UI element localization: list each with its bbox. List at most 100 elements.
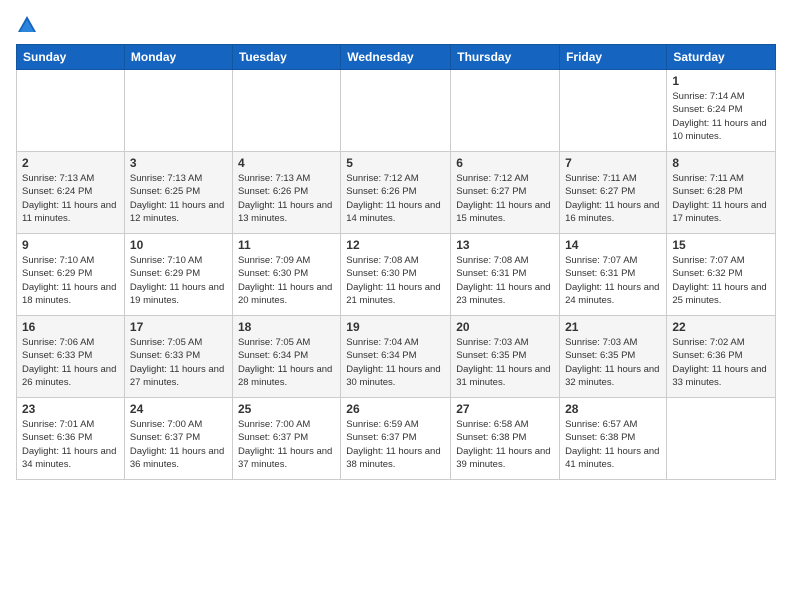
day-number: 3 (130, 156, 227, 170)
calendar-week-row: 23 Sunrise: 7:01 AM Sunset: 6:36 PM Dayli… (17, 398, 776, 480)
calendar-cell: 10 Sunrise: 7:10 AM Sunset: 6:29 PM Dayli… (124, 234, 232, 316)
calendar-cell: 28 Sunrise: 6:57 AM Sunset: 6:38 PM Dayli… (560, 398, 667, 480)
day-number: 27 (456, 402, 554, 416)
calendar-week-row: 16 Sunrise: 7:06 AM Sunset: 6:33 PM Dayli… (17, 316, 776, 398)
calendar-cell: 26 Sunrise: 6:59 AM Sunset: 6:37 PM Dayli… (341, 398, 451, 480)
calendar-day-header: Saturday (667, 45, 776, 70)
calendar-cell: 9 Sunrise: 7:10 AM Sunset: 6:29 PM Daylig… (17, 234, 125, 316)
day-number: 9 (22, 238, 119, 252)
day-info: Sunrise: 7:07 AM Sunset: 6:31 PM Dayligh… (565, 254, 661, 307)
calendar-cell: 4Sunrise: 7:13 AM Sunset: 6:26 PM Daylig… (232, 152, 340, 234)
day-number: 7 (565, 156, 661, 170)
day-info: Sunrise: 7:05 AM Sunset: 6:34 PM Dayligh… (238, 336, 335, 389)
calendar-cell (341, 70, 451, 152)
day-info: Sunrise: 7:12 AM Sunset: 6:27 PM Dayligh… (456, 172, 554, 225)
page: SundayMondayTuesdayWednesdayThursdayFrid… (0, 0, 792, 612)
day-number: 5 (346, 156, 445, 170)
calendar-cell: 19 Sunrise: 7:04 AM Sunset: 6:34 PM Dayli… (341, 316, 451, 398)
calendar-cell: 14 Sunrise: 7:07 AM Sunset: 6:31 PM Dayli… (560, 234, 667, 316)
calendar-day-header: Thursday (451, 45, 560, 70)
calendar-cell: 3 Sunrise: 7:13 AM Sunset: 6:25 PM Daylig… (124, 152, 232, 234)
day-info: Sunrise: 7:07 AM Sunset: 6:32 PM Dayligh… (672, 254, 770, 307)
calendar-day-header: Monday (124, 45, 232, 70)
calendar-cell (232, 70, 340, 152)
day-info: Sunrise: 7:00 AM Sunset: 6:37 PM Dayligh… (130, 418, 227, 471)
day-info: Sunrise: 7:10 AM Sunset: 6:29 PM Dayligh… (22, 254, 119, 307)
day-info: Sunrise: 6:58 AM Sunset: 6:38 PM Dayligh… (456, 418, 554, 471)
logo-icon (16, 14, 38, 36)
day-number: 22 (672, 320, 770, 334)
calendar-cell: 20 Sunrise: 7:03 AM Sunset: 6:35 PM Dayli… (451, 316, 560, 398)
calendar-week-row: 2Sunrise: 7:13 AM Sunset: 6:24 PM Daylig… (17, 152, 776, 234)
calendar-cell: 22 Sunrise: 7:02 AM Sunset: 6:36 PM Dayli… (667, 316, 776, 398)
day-info: Sunrise: 7:04 AM Sunset: 6:34 PM Dayligh… (346, 336, 445, 389)
day-number: 16 (22, 320, 119, 334)
calendar-cell: 5 Sunrise: 7:12 AM Sunset: 6:26 PM Daylig… (341, 152, 451, 234)
day-number: 28 (565, 402, 661, 416)
day-info: Sunrise: 7:14 AM Sunset: 6:24 PM Dayligh… (672, 90, 770, 143)
calendar-cell: 17 Sunrise: 7:05 AM Sunset: 6:33 PM Dayli… (124, 316, 232, 398)
day-number: 10 (130, 238, 227, 252)
calendar-day-header: Tuesday (232, 45, 340, 70)
calendar-cell (667, 398, 776, 480)
calendar-cell: 24 Sunrise: 7:00 AM Sunset: 6:37 PM Dayli… (124, 398, 232, 480)
day-number: 25 (238, 402, 335, 416)
day-info: Sunrise: 7:05 AM Sunset: 6:33 PM Dayligh… (130, 336, 227, 389)
calendar-cell: 15 Sunrise: 7:07 AM Sunset: 6:32 PM Dayli… (667, 234, 776, 316)
calendar-cell (124, 70, 232, 152)
day-number: 13 (456, 238, 554, 252)
day-info: Sunrise: 7:03 AM Sunset: 6:35 PM Dayligh… (565, 336, 661, 389)
day-number: 19 (346, 320, 445, 334)
day-number: 6 (456, 156, 554, 170)
day-info: Sunrise: 7:02 AM Sunset: 6:36 PM Dayligh… (672, 336, 770, 389)
day-info: Sunrise: 7:10 AM Sunset: 6:29 PM Dayligh… (130, 254, 227, 307)
day-number: 11 (238, 238, 335, 252)
calendar-cell: 8 Sunrise: 7:11 AM Sunset: 6:28 PM Daylig… (667, 152, 776, 234)
calendar-week-row: 9 Sunrise: 7:10 AM Sunset: 6:29 PM Daylig… (17, 234, 776, 316)
day-number: 15 (672, 238, 770, 252)
day-number: 26 (346, 402, 445, 416)
day-info: Sunrise: 7:06 AM Sunset: 6:33 PM Dayligh… (22, 336, 119, 389)
header (16, 12, 776, 36)
day-number: 12 (346, 238, 445, 252)
calendar-cell (17, 70, 125, 152)
day-info: Sunrise: 7:13 AM Sunset: 6:26 PM Dayligh… (238, 172, 335, 225)
calendar-day-header: Friday (560, 45, 667, 70)
day-info: Sunrise: 6:57 AM Sunset: 6:38 PM Dayligh… (565, 418, 661, 471)
day-number: 14 (565, 238, 661, 252)
calendar-cell: 18 Sunrise: 7:05 AM Sunset: 6:34 PM Dayli… (232, 316, 340, 398)
day-info: Sunrise: 6:59 AM Sunset: 6:37 PM Dayligh… (346, 418, 445, 471)
calendar-cell: 16 Sunrise: 7:06 AM Sunset: 6:33 PM Dayli… (17, 316, 125, 398)
calendar-cell (560, 70, 667, 152)
day-info: Sunrise: 7:01 AM Sunset: 6:36 PM Dayligh… (22, 418, 119, 471)
day-info: Sunrise: 7:11 AM Sunset: 6:27 PM Dayligh… (565, 172, 661, 225)
calendar-day-header: Wednesday (341, 45, 451, 70)
day-number: 8 (672, 156, 770, 170)
day-number: 20 (456, 320, 554, 334)
day-info: Sunrise: 7:13 AM Sunset: 6:24 PM Dayligh… (22, 172, 119, 225)
calendar-cell: 13 Sunrise: 7:08 AM Sunset: 6:31 PM Dayli… (451, 234, 560, 316)
day-number: 18 (238, 320, 335, 334)
day-info: Sunrise: 7:00 AM Sunset: 6:37 PM Dayligh… (238, 418, 335, 471)
day-info: Sunrise: 7:03 AM Sunset: 6:35 PM Dayligh… (456, 336, 554, 389)
calendar-cell: 6 Sunrise: 7:12 AM Sunset: 6:27 PM Daylig… (451, 152, 560, 234)
calendar-cell: 27 Sunrise: 6:58 AM Sunset: 6:38 PM Dayli… (451, 398, 560, 480)
day-info: Sunrise: 7:08 AM Sunset: 6:31 PM Dayligh… (456, 254, 554, 307)
calendar-cell (451, 70, 560, 152)
logo (16, 12, 42, 36)
day-number: 23 (22, 402, 119, 416)
day-info: Sunrise: 7:12 AM Sunset: 6:26 PM Dayligh… (346, 172, 445, 225)
day-number: 24 (130, 402, 227, 416)
calendar-header-row: SundayMondayTuesdayWednesdayThursdayFrid… (17, 45, 776, 70)
day-info: Sunrise: 7:09 AM Sunset: 6:30 PM Dayligh… (238, 254, 335, 307)
day-info: Sunrise: 7:08 AM Sunset: 6:30 PM Dayligh… (346, 254, 445, 307)
calendar-cell: 1Sunrise: 7:14 AM Sunset: 6:24 PM Daylig… (667, 70, 776, 152)
day-number: 21 (565, 320, 661, 334)
calendar-cell: 12 Sunrise: 7:08 AM Sunset: 6:30 PM Dayli… (341, 234, 451, 316)
day-info: Sunrise: 7:13 AM Sunset: 6:25 PM Dayligh… (130, 172, 227, 225)
calendar-cell: 2Sunrise: 7:13 AM Sunset: 6:24 PM Daylig… (17, 152, 125, 234)
calendar-cell: 23 Sunrise: 7:01 AM Sunset: 6:36 PM Dayli… (17, 398, 125, 480)
day-number: 17 (130, 320, 227, 334)
day-info: Sunrise: 7:11 AM Sunset: 6:28 PM Dayligh… (672, 172, 770, 225)
calendar-cell: 7 Sunrise: 7:11 AM Sunset: 6:27 PM Daylig… (560, 152, 667, 234)
